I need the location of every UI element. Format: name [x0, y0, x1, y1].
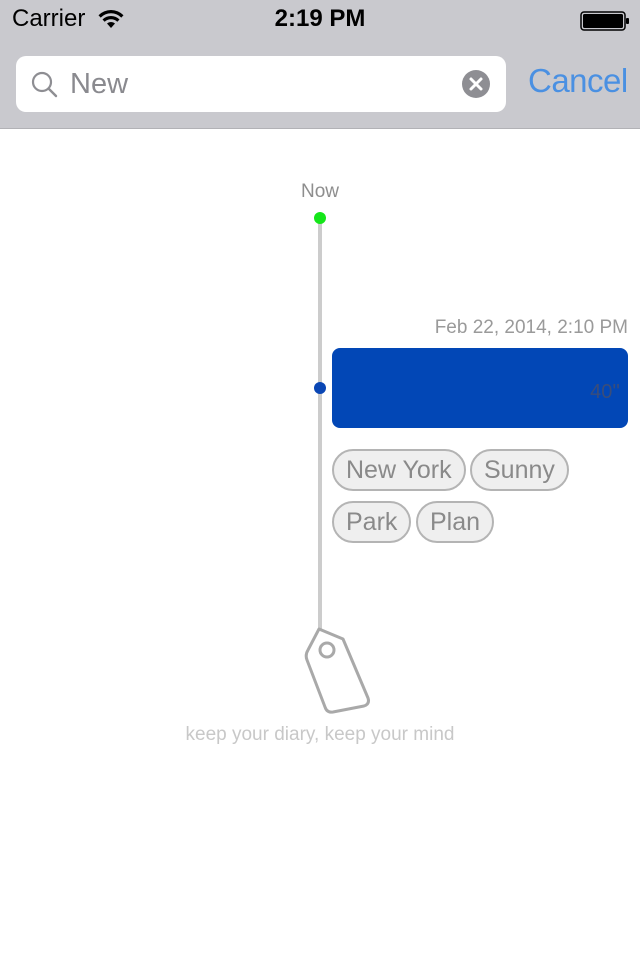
entry-duration: 40'' — [590, 381, 620, 403]
search-icon — [31, 71, 58, 98]
battery-full-icon — [580, 11, 629, 31]
clear-search-button[interactable] — [462, 70, 490, 98]
status-time: 2:19 PM — [274, 5, 366, 32]
entry-dot — [314, 382, 326, 394]
tag-chip[interactable]: Sunny — [470, 449, 569, 491]
search-field[interactable] — [16, 56, 506, 112]
tag-icon — [304, 627, 370, 714]
now-dot — [314, 212, 326, 224]
timeline-line — [318, 218, 322, 630]
tag-chip[interactable]: Park — [332, 501, 412, 543]
tag-chip[interactable]: Plan — [416, 501, 495, 543]
entry-date: Feb 22, 2014, 2:10 PM — [434, 317, 628, 338]
navigation-bar: Carrier 2:19 PM Cancel — [0, 0, 640, 129]
status-bar: Carrier 2:19 PM — [0, 0, 640, 40]
clear-icon — [469, 77, 483, 91]
tagline: keep your diary, keep your mind — [185, 724, 455, 745]
cancel-button[interactable]: Cancel — [528, 62, 628, 100]
entry-card[interactable]: 40'' — [332, 348, 628, 428]
tag-chip[interactable]: New York — [332, 449, 466, 491]
now-label: Now — [300, 181, 339, 202]
search-input[interactable] — [70, 64, 450, 104]
